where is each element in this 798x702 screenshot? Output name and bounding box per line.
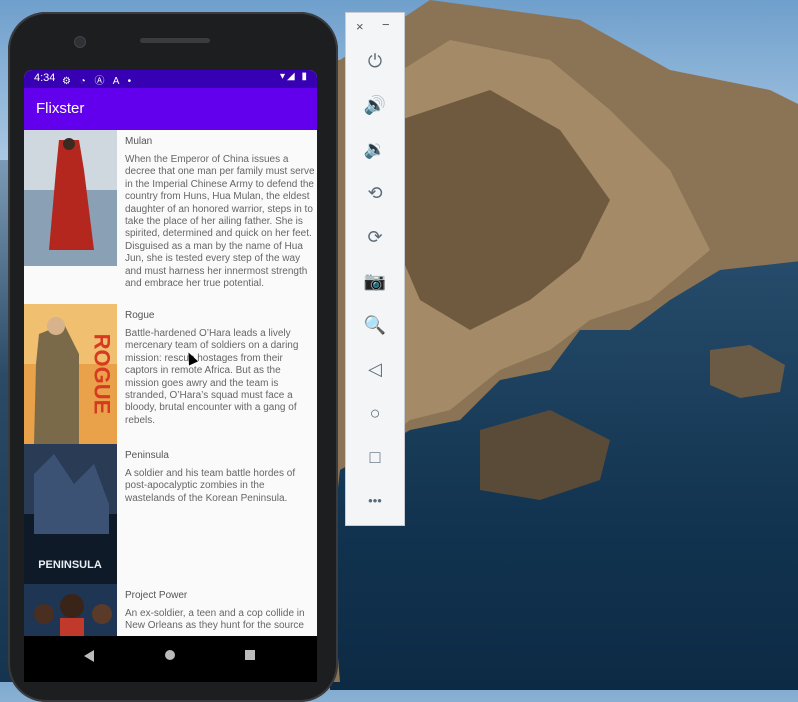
home-icon[interactable]: ○ [363, 401, 387, 425]
movie-overview: When the Emperor of China issues a decre… [125, 154, 315, 290]
power-icon[interactable]: ⏻ [363, 49, 387, 73]
app-bar: Flixster [24, 88, 317, 130]
movie-overview: A soldier and his team battle hordes of … [125, 468, 296, 504]
movie-title: Project Power [125, 590, 188, 601]
close-icon[interactable]: × [356, 19, 364, 34]
poster-title: MULAN [50, 237, 90, 249]
poster-title: ROGUE [90, 334, 115, 415]
poster-title: PENINSULA [38, 559, 102, 571]
status-time: 4:34 [34, 72, 56, 84]
movie-list[interactable]: MULAN Mulan When the Emperor of China is… [24, 130, 317, 636]
more-icon[interactable]: ••• [363, 489, 387, 513]
status-notification-icons: ⚙ ◔ Ⓐ A • [62, 76, 135, 87]
app-screen: 4:34 ⚙ ◔ Ⓐ A • ▾◢ ▮ Flixster MULAN Mulan… [24, 70, 317, 636]
nav-back-icon[interactable] [84, 650, 94, 662]
overview-icon[interactable]: □ [363, 445, 387, 469]
nav-home-icon[interactable] [165, 650, 175, 660]
rotate-right-icon[interactable]: ⟳ [363, 225, 387, 249]
movie-poster: PENINSULA [24, 444, 117, 584]
movie-poster: MULAN [24, 130, 117, 266]
status-system-icons: ▾◢ ▮ [280, 71, 309, 82]
zoom-icon[interactable]: 🔍 [363, 313, 387, 337]
movie-overview: An ex-soldier, a teen and a cop collide … [125, 608, 305, 632]
movie-title: Peninsula [125, 450, 169, 461]
nav-recents-icon[interactable] [245, 650, 255, 660]
status-bar: 4:34 ⚙ ◔ Ⓐ A • ▾◢ ▮ [24, 70, 317, 88]
earpiece-speaker [140, 38, 210, 43]
front-camera [74, 36, 86, 48]
movie-title: Rogue [125, 310, 155, 321]
app-title: Flixster [36, 100, 85, 117]
movie-poster: ROGUE [24, 304, 117, 444]
camera-icon[interactable]: 📷 [363, 269, 387, 293]
minimize-icon[interactable]: − [382, 17, 390, 32]
emulator-toolbar: × − ⏻ 🔊 🔉 ⟲ ⟳ 📷 🔍 ◁ ○ □ ••• [345, 12, 405, 526]
movie-title: Mulan [125, 136, 153, 147]
movie-overview: Battle-hardened O’Hara leads a lively me… [125, 328, 299, 426]
movie-poster [24, 584, 117, 636]
android-nav-bar [24, 636, 317, 682]
rotate-left-icon[interactable]: ⟲ [363, 181, 387, 205]
volume-up-icon[interactable]: 🔊 [363, 93, 387, 117]
back-icon[interactable]: ◁ [363, 357, 387, 381]
volume-down-icon[interactable]: 🔉 [363, 137, 387, 161]
